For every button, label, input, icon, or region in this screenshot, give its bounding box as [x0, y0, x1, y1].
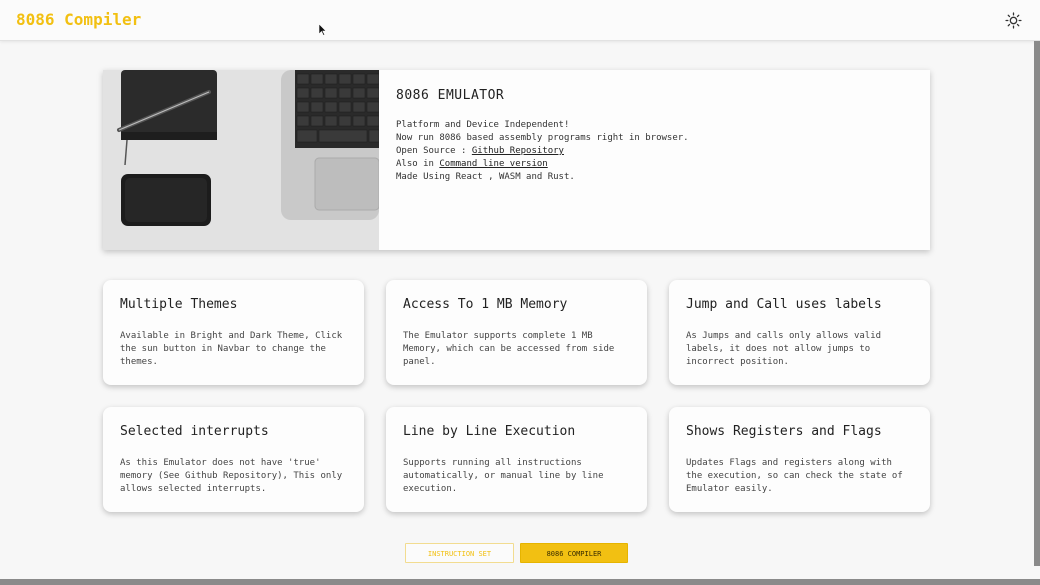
- feature-description: As this Emulator does not have 'true' me…: [120, 458, 343, 494]
- feature-card-execution: Line by Line Execution Supports running …: [386, 407, 647, 512]
- feature-description: Updates Flags and registers along with t…: [686, 458, 903, 494]
- mouse-cursor-icon: [319, 24, 327, 36]
- feature-title: Multiple Themes: [120, 297, 238, 312]
- feature-card-themes: Multiple Themes Available in Bright and …: [103, 280, 364, 385]
- feature-title: Shows Registers and Flags: [686, 424, 882, 439]
- feature-title: Selected interrupts: [120, 424, 269, 439]
- open-source-line: Open Source : Github Repository: [396, 145, 689, 158]
- instruction-set-button[interactable]: INSTRUCTION SET: [405, 543, 514, 563]
- github-repository-link[interactable]: Github Repository: [472, 146, 564, 156]
- navbar: 8086 Compiler: [0, 0, 1040, 41]
- tech-stack-line: Made Using React , WASM and Rust.: [396, 172, 575, 182]
- feature-card-labels: Jump and Call uses labels As Jumps and c…: [669, 280, 930, 385]
- feature-description: Available in Bright and Dark Theme, Clic…: [120, 331, 343, 367]
- also-in-label: Also in: [396, 159, 440, 169]
- laptop-desk-image: [103, 70, 379, 250]
- command-line-version-link[interactable]: Command line version: [439, 159, 547, 169]
- feature-description: The Emulator supports complete 1 MB Memo…: [403, 331, 615, 367]
- open-source-label: Open Source :: [396, 146, 472, 156]
- feature-title: Line by Line Execution: [403, 424, 576, 439]
- cli-line: Also in Command line version: [396, 158, 689, 171]
- feature-title: Access To 1 MB Memory: [403, 297, 568, 312]
- horizontal-scrollbar[interactable]: [0, 579, 1040, 585]
- vertical-scrollbar[interactable]: [1034, 41, 1040, 566]
- hero-tagline: Platform and Device Independent!: [396, 120, 570, 130]
- feature-card-registers: Shows Registers and Flags Updates Flags …: [669, 407, 930, 512]
- sun-icon[interactable]: [1005, 12, 1022, 29]
- hero-description: Now run 8086 based assembly programs rig…: [396, 133, 689, 143]
- feature-description: Supports running all instructions automa…: [403, 458, 604, 494]
- feature-card-interrupts: Selected interrupts As this Emulator doe…: [103, 407, 364, 512]
- hero-title: 8086 EMULATOR: [396, 88, 505, 103]
- feature-description: As Jumps and calls only allows valid lab…: [686, 331, 882, 367]
- hero-card: 8086 EMULATOR Platform and Device Indepe…: [103, 70, 930, 250]
- hero-text: 8086 EMULATOR Platform and Device Indepe…: [379, 70, 706, 250]
- brand-title[interactable]: 8086 Compiler: [16, 10, 141, 29]
- feature-card-memory: Access To 1 MB Memory The Emulator suppo…: [386, 280, 647, 385]
- feature-title: Jump and Call uses labels: [686, 297, 882, 312]
- compiler-button[interactable]: 8086 COMPILER: [520, 543, 628, 563]
